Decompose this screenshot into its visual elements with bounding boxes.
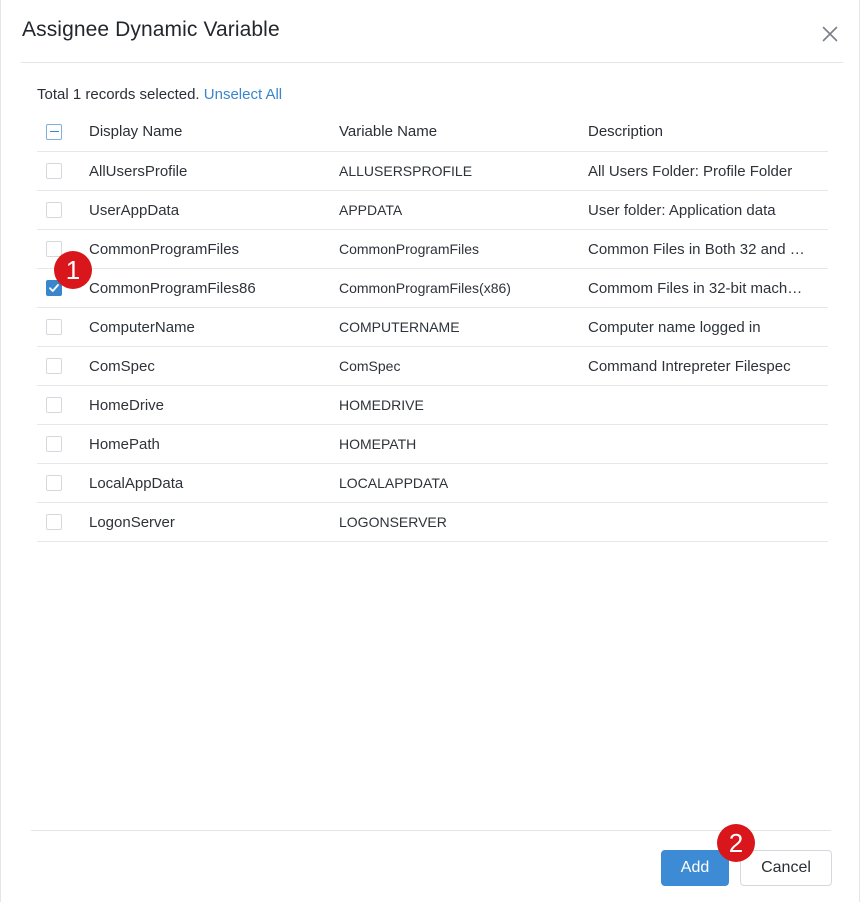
table-row[interactable]: AllUsersProfile ALLUSERSPROFILE All Users … <box>37 152 828 191</box>
cell-display-name: UserAppData <box>89 201 180 219</box>
table-header-row: Display Name Variable Name Description <box>37 112 828 152</box>
footer-divider <box>31 830 831 831</box>
add-button[interactable]: Add <box>661 850 729 886</box>
cell-variable-name: APPDATA <box>339 202 403 218</box>
cell-display-name: ComSpec <box>89 357 155 375</box>
cell-description: Computer name logged in <box>588 318 761 336</box>
table-row[interactable]: LogonServer LOGONSERVER <box>37 503 828 542</box>
table-row[interactable]: UserAppData APPDATA User folder: Applicati… <box>37 191 828 230</box>
row-checkbox[interactable] <box>46 397 62 413</box>
cell-display-name: HomePath <box>89 435 160 453</box>
dialog-title: Assignee Dynamic Variable <box>22 18 280 41</box>
close-icon[interactable] <box>818 22 842 46</box>
header-divider <box>21 62 843 63</box>
row-checkbox[interactable] <box>46 241 62 257</box>
row-checkbox[interactable] <box>46 475 62 491</box>
row-checkbox[interactable] <box>46 436 62 452</box>
table-row[interactable]: CommonProgramFiles86 CommonProgramFiles(x… <box>37 269 828 308</box>
table-row[interactable]: CommonProgramFiles CommonProgramFiles Comm… <box>37 230 828 269</box>
cell-variable-name: LOCALAPPDATA <box>339 475 449 491</box>
cell-variable-name: ComSpec <box>339 358 401 374</box>
column-header-description[interactable]: Description <box>588 112 820 151</box>
close-button[interactable] <box>818 22 842 46</box>
cell-display-name: AllUsersProfile <box>89 162 188 180</box>
column-header-variable-name[interactable]: Variable Name <box>339 112 579 151</box>
unselect-all-link[interactable]: Unselect All <box>204 86 282 103</box>
cell-display-name: CommonProgramFiles <box>89 240 240 258</box>
cell-description: Command Intrepreter Filespec <box>588 357 791 375</box>
cell-variable-name: HOMEPATH <box>339 436 417 452</box>
cancel-button[interactable]: Cancel <box>740 850 832 886</box>
assignee-dynamic-variable-dialog: Assignee Dynamic Variable Total 1 record… <box>0 0 860 902</box>
cell-display-name: LocalAppData <box>89 474 184 492</box>
table-body: AllUsersProfile ALLUSERSPROFILE All Users … <box>37 152 828 542</box>
cell-variable-name: CommonProgramFiles <box>339 241 480 257</box>
table-row[interactable]: ComSpec ComSpec Command Intrepreter Filesp… <box>37 347 828 386</box>
table-row[interactable]: HomePath HOMEPATH <box>37 425 828 464</box>
step-marker-1: 1 <box>54 251 92 289</box>
row-checkbox[interactable] <box>46 514 62 530</box>
cell-display-name: HomeDrive <box>89 396 165 414</box>
table-row[interactable]: LocalAppData LOCALAPPDATA <box>37 464 828 503</box>
row-checkbox[interactable] <box>46 319 62 335</box>
table-row[interactable]: ComputerName COMPUTERNAME Computer name lo… <box>37 308 828 347</box>
cell-display-name: CommonProgramFiles86 <box>89 279 256 297</box>
table-row[interactable]: HomeDrive HOMEDRIVE <box>37 386 828 425</box>
cell-variable-name: ALLUSERSPROFILE <box>339 163 473 179</box>
cell-display-name: LogonServer <box>89 513 175 531</box>
row-checkbox[interactable] <box>46 202 62 218</box>
cell-description: User folder: Application data <box>588 201 776 219</box>
row-checkbox[interactable] <box>46 358 62 374</box>
cell-display-name: ComputerName <box>89 318 195 336</box>
cell-description: Common Files in Both 32 and … <box>588 240 805 258</box>
cell-description: Commom Files in 32-bit mach… <box>588 279 803 297</box>
cell-variable-name: HOMEDRIVE <box>339 397 424 413</box>
selection-count-text: Total 1 records selected. <box>37 86 200 103</box>
cell-variable-name: CommonProgramFiles(x86) <box>339 280 511 296</box>
column-header-display-name[interactable]: Display Name <box>89 112 329 151</box>
row-checkbox[interactable] <box>46 163 62 179</box>
variables-table: Display Name Variable Name Description A… <box>37 112 828 542</box>
selection-summary: Total 1 records selected. Unselect All <box>37 86 282 103</box>
step-marker-2: 2 <box>717 824 755 862</box>
checkmark-icon <box>49 284 59 292</box>
cell-variable-name: LOGONSERVER <box>339 514 447 530</box>
cell-variable-name: COMPUTERNAME <box>339 319 460 335</box>
cell-description: All Users Folder: Profile Folder <box>588 162 793 180</box>
select-all-checkbox[interactable] <box>46 123 62 140</box>
